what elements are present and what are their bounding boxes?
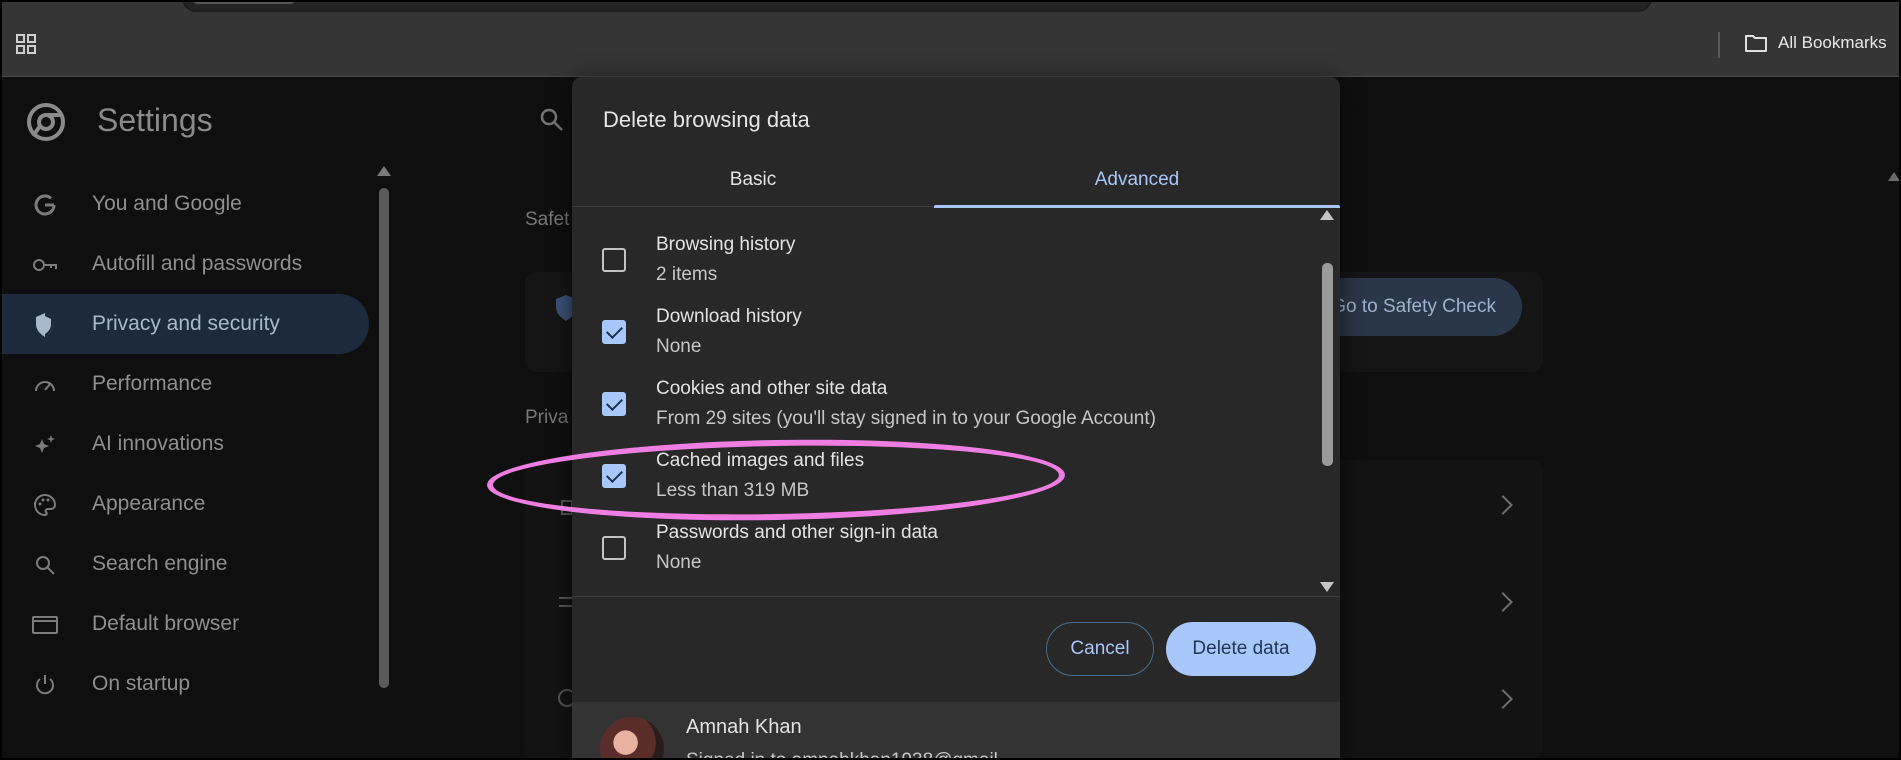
account-name: Amnah Khan <box>686 716 802 738</box>
apps-grid-icon[interactable] <box>14 32 38 56</box>
toolbar-separator <box>1718 32 1720 58</box>
safety-check-heading: Safet <box>525 209 570 230</box>
list-item-browsing-history[interactable]: Browsing history 2 items <box>572 234 1312 306</box>
privacy-heading: Priva <box>525 407 569 428</box>
dialog-divider <box>572 596 1340 597</box>
dialog-title: Delete browsing data <box>603 107 810 132</box>
shield-icon <box>32 312 58 338</box>
data-type-list: Browsing history 2 items Download histor… <box>572 208 1340 596</box>
chrome-logo-icon <box>27 103 65 141</box>
page-scroll-up-arrow[interactable] <box>1888 172 1899 181</box>
delete-browsing-data-dialog: Delete browsing data Basic Advanced Brow… <box>572 77 1340 758</box>
all-bookmarks-button[interactable]: All Bookmarks <box>1744 33 1887 53</box>
item-title: Browsing history <box>656 234 796 255</box>
power-icon <box>32 672 58 698</box>
address-bar[interactable] <box>182 2 1652 12</box>
list-item-cookies[interactable]: Cookies and other site data From 29 site… <box>572 378 1312 450</box>
dialog-scroll-up-arrow[interactable] <box>1320 210 1334 220</box>
item-subtitle: 2 items <box>656 264 718 285</box>
item-title: Download history <box>656 306 802 327</box>
sidebar-scrollbar-thumb[interactable] <box>379 188 389 688</box>
browser-toolbar: All Bookmarks <box>2 2 1899 77</box>
google-g-icon <box>32 192 58 218</box>
passwords-checkbox[interactable] <box>602 536 626 560</box>
account-email: Signed in to amnahkhan1938@gmail... <box>686 750 1014 758</box>
delete-data-button[interactable]: Delete data <box>1166 622 1316 676</box>
sidebar-item-label: Performance <box>92 372 213 395</box>
sidebar-scroll-up-arrow[interactable] <box>377 166 391 176</box>
folder-icon <box>1745 35 1767 52</box>
key-icon <box>32 252 58 278</box>
sidebar-item-ai-innovations[interactable]: AI innovations <box>2 414 372 474</box>
address-bar-chip <box>194 2 294 4</box>
item-subtitle: None <box>656 552 702 573</box>
cancel-button[interactable]: Cancel <box>1046 622 1154 676</box>
sidebar-item-label: AI innovations <box>92 432 224 455</box>
list-item-download-history[interactable]: Download history None <box>572 306 1312 378</box>
sidebar-item-label: Search engine <box>92 552 228 575</box>
sidebar-item-default-browser[interactable]: Default browser <box>2 594 372 654</box>
search-icon <box>32 552 58 578</box>
item-subtitle: From 29 sites (you'll stay signed in to … <box>656 408 1156 429</box>
download-history-checkbox[interactable] <box>602 320 626 344</box>
settings-title: Settings <box>97 102 213 138</box>
sidebar-item-you-and-google[interactable]: You and Google <box>2 174 372 234</box>
palette-icon <box>32 492 58 518</box>
item-title: Passwords and other sign-in data <box>656 522 938 543</box>
all-bookmarks-label: All Bookmarks <box>1778 33 1887 52</box>
sidebar-item-label: Appearance <box>92 492 206 515</box>
sidebar-item-label: On startup <box>92 672 191 695</box>
sidebar-item-search-engine[interactable]: Search engine <box>2 534 372 594</box>
browsing-history-checkbox[interactable] <box>602 248 626 272</box>
item-subtitle: None <box>656 336 702 357</box>
sidebar-item-label: Autofill and passwords <box>92 252 303 275</box>
cookies-checkbox[interactable] <box>602 392 626 416</box>
signed-in-account: Amnah Khan Signed in to amnahkhan1938@gm… <box>572 702 1340 758</box>
settings-search-icon[interactable] <box>538 106 566 134</box>
speedometer-icon <box>32 372 58 398</box>
sidebar-item-on-startup[interactable]: On startup <box>2 654 372 714</box>
settings-sidebar: You and Google Autofill and passwords Pr… <box>2 174 372 714</box>
sidebar-item-privacy[interactable]: Privacy and security <box>2 294 369 354</box>
dialog-scrollbar-thumb[interactable] <box>1322 263 1333 466</box>
item-title: Cookies and other site data <box>656 378 888 399</box>
dialog-scroll-down-arrow[interactable] <box>1320 582 1334 592</box>
browser-window: All Bookmarks Settings You and Google Au… <box>0 0 1901 760</box>
tab-basic[interactable]: Basic <box>572 152 934 207</box>
sidebar-item-appearance[interactable]: Appearance <box>2 474 372 534</box>
sidebar-item-label: You and Google <box>92 192 242 215</box>
dialog-tabs: Basic Advanced <box>572 152 1340 208</box>
sparkle-icon <box>32 432 58 458</box>
sidebar-item-autofill[interactable]: Autofill and passwords <box>2 234 372 294</box>
sidebar-item-label: Default browser <box>92 612 240 635</box>
tab-advanced[interactable]: Advanced <box>934 152 1340 208</box>
list-item-passwords[interactable]: Passwords and other sign-in data None <box>572 522 1312 594</box>
browser-window-icon <box>32 612 58 638</box>
sidebar-item-performance[interactable]: Performance <box>2 354 372 414</box>
sidebar-item-label: Privacy and security <box>92 312 280 335</box>
avatar <box>600 717 664 758</box>
